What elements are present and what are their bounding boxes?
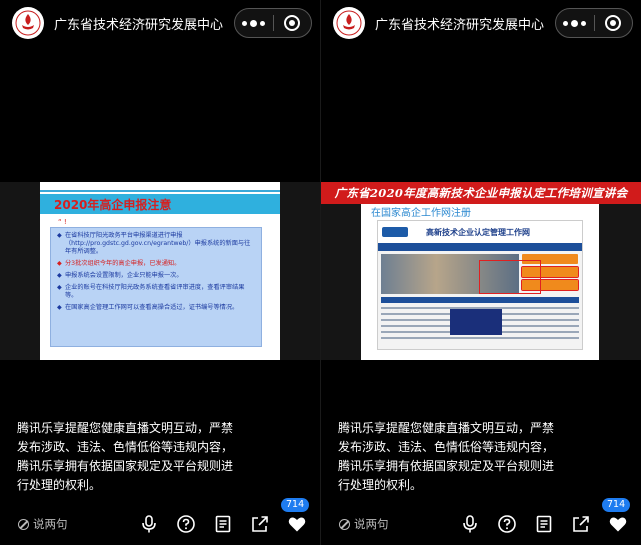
ban-icon — [339, 518, 350, 530]
site-title: 高新技术企业认定管理工作网 — [426, 227, 530, 237]
site-logo — [382, 227, 408, 237]
bottom-bar: 说两句 714 — [321, 498, 641, 538]
comment-input[interactable]: 说两句 — [18, 516, 68, 532]
microphone-icon — [141, 515, 156, 533]
slide-title-band: 2020年高企申报注意 — [40, 194, 280, 214]
slide-bullet: ◆ 在国家高企管理工作网可以查看高操合适过，证书编号等情况。 — [57, 304, 239, 311]
channel-logo[interactable] — [12, 7, 44, 39]
bottom-bar: 说两句 714 — [0, 498, 320, 538]
channel-title: 广东省技术经济研究发展中心 — [375, 17, 545, 33]
header: 广东省技术经济研究发展中心 — [333, 6, 633, 40]
ban-icon — [18, 518, 29, 530]
slide-bullet: ◆ 申报系统会设置限制，企业只能申报一次。 — [57, 272, 183, 279]
live-notice: 腾讯乐享提醒您健康直播文明互动，严禁发布涉政、违法、色情低俗等违规内容，腾讯乐享… — [17, 421, 234, 492]
notes-button[interactable] — [204, 512, 241, 536]
torch-logo-icon — [15, 10, 41, 36]
document-icon — [536, 515, 551, 533]
dot-icon — [581, 20, 587, 26]
question-icon — [176, 515, 195, 533]
live-panel-left: 广东省技术经济研究发展中心 2020年高企申报注意 “ ! ◆ 在省科技厅阳光政务… — [0, 0, 320, 545]
miniapp-capsule — [555, 8, 633, 38]
event-banner: 广东省2020年度高新技术企业申报认定工作培训宣讲会 — [321, 182, 641, 204]
close-miniapp-button[interactable] — [595, 9, 633, 37]
share-icon — [251, 516, 268, 532]
slide-subtitle: 在国家高企工作网注册 — [371, 208, 471, 219]
like-count-badge: 714 — [602, 498, 631, 512]
share-button[interactable] — [241, 512, 278, 536]
microphone-button[interactable] — [451, 512, 488, 536]
event-banner-text: 广东省2020年度高新技术企业申报认定工作培训宣讲会 — [334, 186, 628, 200]
channel-title: 广东省技术经济研究发展中心 — [54, 17, 224, 33]
document-icon — [215, 515, 230, 533]
channel-logo[interactable] — [333, 7, 365, 39]
share-icon — [572, 516, 589, 532]
like-button[interactable]: 714 — [278, 498, 315, 536]
notes-button[interactable] — [525, 512, 562, 536]
live-video[interactable]: 2020年高企申报注意 “ ! ◆ 在省科技厅阳光政务平台申报渠道进行申报（htt… — [0, 182, 320, 360]
comment-placeholder: 说两句 — [354, 517, 389, 531]
torch-logo-icon — [336, 10, 362, 36]
miniapp-capsule — [234, 8, 312, 38]
like-count-badge: 714 — [281, 498, 310, 512]
question-button[interactable] — [488, 512, 525, 536]
highlight-box — [479, 260, 541, 294]
dot-icon — [260, 20, 266, 26]
target-circle-icon — [284, 15, 301, 31]
target-circle-icon — [605, 15, 622, 31]
dot-icon — [563, 20, 569, 26]
close-miniapp-button[interactable] — [274, 9, 312, 37]
question-button[interactable] — [167, 512, 204, 536]
dot-icon — [571, 19, 579, 27]
live-panel-right: 广东省技术经济研究发展中心 广东省2020年度高新技术企业申报认定工作培训宣讲会… — [321, 0, 641, 545]
slide-content-box: ◆ 在省科技厅阳光政务平台申报渠道进行申报（http://pro.gdstc.gd… — [50, 227, 262, 347]
live-notice: 腾讯乐享提醒您健康直播文明互动，严禁发布涉政、违法、色情低俗等违规内容，腾讯乐享… — [338, 421, 555, 492]
slide-bullet: ◆ 分3批次组织今年的高企申报，已发通知。 — [57, 260, 181, 267]
header: 广东省技术经济研究发展中心 — [12, 6, 312, 40]
comment-input[interactable]: 说两句 — [339, 516, 389, 532]
share-button[interactable] — [562, 512, 599, 536]
dot-icon — [250, 19, 258, 27]
like-button[interactable]: 714 — [599, 498, 636, 536]
more-menu-button[interactable] — [235, 9, 273, 37]
heart-icon — [288, 517, 305, 532]
comment-placeholder: 说两句 — [33, 517, 68, 531]
slide-marker: “ ! — [58, 218, 67, 226]
question-icon — [497, 515, 516, 533]
live-video[interactable]: 广东省2020年度高新技术企业申报认定工作培训宣讲会 在国家高企工作网注册 高新… — [321, 182, 641, 360]
presentation-slide: 在国家高企工作网注册 高新技术企业认定管理工作网 — [361, 204, 599, 360]
microphone-icon — [462, 515, 477, 533]
heart-icon — [609, 517, 626, 532]
slide-bullet: ◆ 企业的账号在科技厅阳光政务系统查看省评审进度，查看评审结果等。 — [57, 284, 245, 299]
slide-title: 2020年高企申报注意 — [54, 198, 172, 212]
microphone-button[interactable] — [130, 512, 167, 536]
dot-icon — [242, 20, 248, 26]
more-menu-button[interactable] — [556, 9, 594, 37]
slide-bullet: ◆ 在省科技厅阳光政务平台申报渠道进行申报（http://pro.gdstc.gd… — [57, 232, 251, 255]
presentation-slide: 2020年高企申报注意 “ ! ◆ 在省科技厅阳光政务平台申报渠道进行申报（htt… — [40, 182, 280, 360]
